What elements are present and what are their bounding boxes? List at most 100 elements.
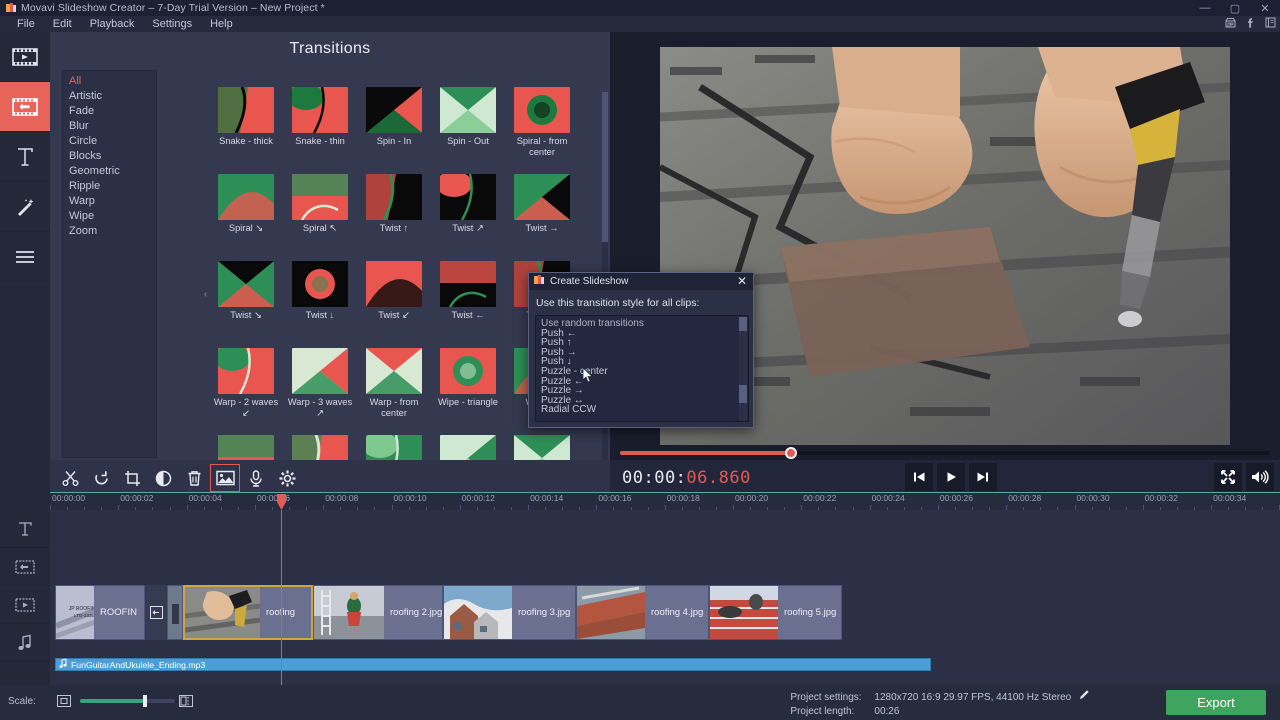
pencil-icon[interactable] bbox=[1076, 692, 1090, 703]
menu-edit[interactable]: Edit bbox=[44, 16, 81, 32]
scale-slider-knob[interactable] bbox=[143, 695, 147, 707]
rail-item-more[interactable] bbox=[0, 232, 50, 282]
transition-thumbnail[interactable] bbox=[440, 261, 496, 307]
export-button[interactable]: Export bbox=[1166, 690, 1266, 715]
menu-file[interactable]: File bbox=[8, 16, 44, 32]
transition-thumbnail[interactable] bbox=[440, 87, 496, 133]
transition-thumbnail[interactable] bbox=[218, 261, 274, 307]
play-button[interactable] bbox=[937, 463, 965, 491]
transition-thumbnail[interactable] bbox=[366, 348, 422, 394]
prev-clip-button[interactable] bbox=[905, 463, 933, 491]
transition-thumbnail[interactable] bbox=[366, 87, 422, 133]
timeline-clip[interactable]: JP ROOFINGLTD-3335ROOFIN bbox=[55, 585, 145, 640]
create-slideshow-dialog[interactable]: Create Slideshow ✕ Use this transition s… bbox=[528, 272, 754, 428]
store-icon[interactable] bbox=[1225, 17, 1236, 31]
timeline-playhead[interactable] bbox=[281, 510, 282, 685]
crop-button[interactable] bbox=[118, 465, 146, 491]
category-item-blur[interactable]: Blur bbox=[63, 119, 156, 134]
seek-knob[interactable] bbox=[785, 447, 797, 459]
transition-item[interactable]: Spin - Out bbox=[432, 87, 504, 173]
rail-item-titles[interactable] bbox=[0, 132, 50, 182]
dialog-close-button[interactable]: ✕ bbox=[735, 274, 749, 288]
transition-item[interactable]: Snake - thick bbox=[210, 87, 282, 173]
scrollbar-thumb[interactable] bbox=[602, 92, 608, 242]
transition-item[interactable]: Spiral ↖ bbox=[284, 174, 356, 260]
timeline-clip[interactable]: roofing 5.jpg bbox=[709, 585, 842, 640]
transition-thumbnail[interactable] bbox=[366, 261, 422, 307]
transition-item[interactable]: Twist ↑ bbox=[358, 174, 430, 260]
transition-thumbnail[interactable] bbox=[440, 348, 496, 394]
transition-thumbnail[interactable] bbox=[514, 174, 570, 220]
transition-item[interactable]: Warp - 3 waves ↗ bbox=[284, 348, 356, 434]
clip-properties-button[interactable] bbox=[273, 465, 301, 491]
transition-style-list[interactable]: Use random transitionsPush ←Push ↑Push →… bbox=[535, 315, 749, 422]
video-track-header[interactable] bbox=[0, 586, 50, 624]
transition-thumbnail[interactable] bbox=[292, 87, 348, 133]
transition-item[interactable]: Warp - from center bbox=[358, 348, 430, 434]
category-item-all[interactable]: All bbox=[63, 74, 156, 89]
transition-thumbnail[interactable] bbox=[218, 174, 274, 220]
volume-button[interactable] bbox=[1246, 463, 1274, 491]
rail-item-transitions[interactable] bbox=[0, 82, 50, 132]
transition-thumbnail[interactable] bbox=[292, 174, 348, 220]
category-item-blocks[interactable]: Blocks bbox=[63, 149, 156, 164]
rotate-button[interactable] bbox=[87, 465, 115, 491]
next-clip-button[interactable] bbox=[969, 463, 997, 491]
transition-thumbnail[interactable] bbox=[218, 87, 274, 133]
transition-item[interactable]: Wipe - triangle bbox=[432, 348, 504, 434]
transition-thumbnail[interactable] bbox=[218, 348, 274, 394]
transition-item[interactable]: Twist ↓ bbox=[284, 261, 356, 347]
transition-item[interactable]: Spiral - from center bbox=[506, 87, 578, 173]
timeline-clip[interactable]: roofing 3.jpg bbox=[443, 585, 576, 640]
delete-button[interactable] bbox=[180, 465, 208, 491]
transition-item[interactable]: Twist ← bbox=[432, 261, 504, 347]
zoom-in-icon[interactable] bbox=[178, 694, 193, 707]
help-book-icon[interactable] bbox=[1265, 17, 1276, 31]
category-item-circle[interactable]: Circle bbox=[63, 134, 156, 149]
transition-thumbnail[interactable] bbox=[292, 348, 348, 394]
titles-track-header[interactable] bbox=[0, 510, 50, 548]
menu-playback[interactable]: Playback bbox=[81, 16, 144, 32]
playhead-marker[interactable] bbox=[277, 494, 286, 510]
timeline-clip[interactable]: roofing 2.jpg bbox=[313, 585, 443, 640]
timeline-ruler[interactable]: 00:00:0000:00:0200:00:0400:00:0600:00:08… bbox=[50, 492, 1280, 510]
menu-help[interactable]: Help bbox=[201, 16, 242, 32]
transition-item[interactable]: Twist → bbox=[506, 174, 578, 260]
fullscreen-button[interactable] bbox=[1214, 463, 1242, 491]
transition-thumbnail[interactable] bbox=[292, 261, 348, 307]
category-item-zoom[interactable]: Zoom bbox=[63, 224, 156, 239]
record-audio-button[interactable] bbox=[242, 465, 270, 491]
maximize-button[interactable]: ▢ bbox=[1220, 0, 1250, 16]
category-item-fade[interactable]: Fade bbox=[63, 104, 156, 119]
dialog-scrollbar-thumb[interactable] bbox=[739, 385, 747, 403]
timeline-clip[interactable]: roofing bbox=[183, 585, 313, 640]
minimize-button[interactable]: — bbox=[1190, 0, 1220, 16]
transition-item[interactable]: Spin - In bbox=[358, 87, 430, 173]
transition-item[interactable]: Warp - 2 waves ↙ bbox=[210, 348, 282, 434]
category-item-ripple[interactable]: Ripple bbox=[63, 179, 156, 194]
transitions-track-header[interactable] bbox=[0, 548, 50, 586]
zoom-out-icon[interactable] bbox=[56, 694, 71, 707]
transition-item[interactable]: Snake - thin bbox=[284, 87, 356, 173]
transition-thumbnail[interactable] bbox=[514, 87, 570, 133]
timeline-clip[interactable]: roofing 4.jpg bbox=[576, 585, 709, 640]
seek-bar[interactable] bbox=[620, 451, 1270, 455]
category-item-warp[interactable]: Warp bbox=[63, 194, 156, 209]
dialog-scrollbar-thumb-top[interactable] bbox=[739, 317, 747, 331]
scale-slider[interactable] bbox=[80, 699, 175, 703]
menu-settings[interactable]: Settings bbox=[143, 16, 201, 32]
category-item-geometric[interactable]: Geometric bbox=[63, 164, 156, 179]
transition-item[interactable]: Twist ↙ bbox=[358, 261, 430, 347]
timeline-tracks[interactable]: JP ROOFINGLTD-3335ROOFIN roofingroofing 2… bbox=[50, 510, 1280, 685]
category-item-wipe[interactable]: Wipe bbox=[63, 209, 156, 224]
panel-collapse-handle[interactable]: ‹ bbox=[202, 287, 209, 301]
color-adjust-button[interactable] bbox=[149, 465, 177, 491]
facebook-icon[interactable] bbox=[1245, 17, 1256, 31]
transition-thumbnail[interactable] bbox=[440, 174, 496, 220]
transition-thumbnail[interactable] bbox=[366, 174, 422, 220]
audio-clip[interactable]: FunGuitarAndUkulele_Ending.mp3 bbox=[55, 658, 931, 671]
timeline-transition-marker[interactable] bbox=[145, 585, 167, 640]
audio-track-header[interactable] bbox=[0, 624, 50, 662]
split-button[interactable] bbox=[56, 465, 84, 491]
transition-style-option[interactable]: Radial CCW bbox=[536, 405, 748, 415]
